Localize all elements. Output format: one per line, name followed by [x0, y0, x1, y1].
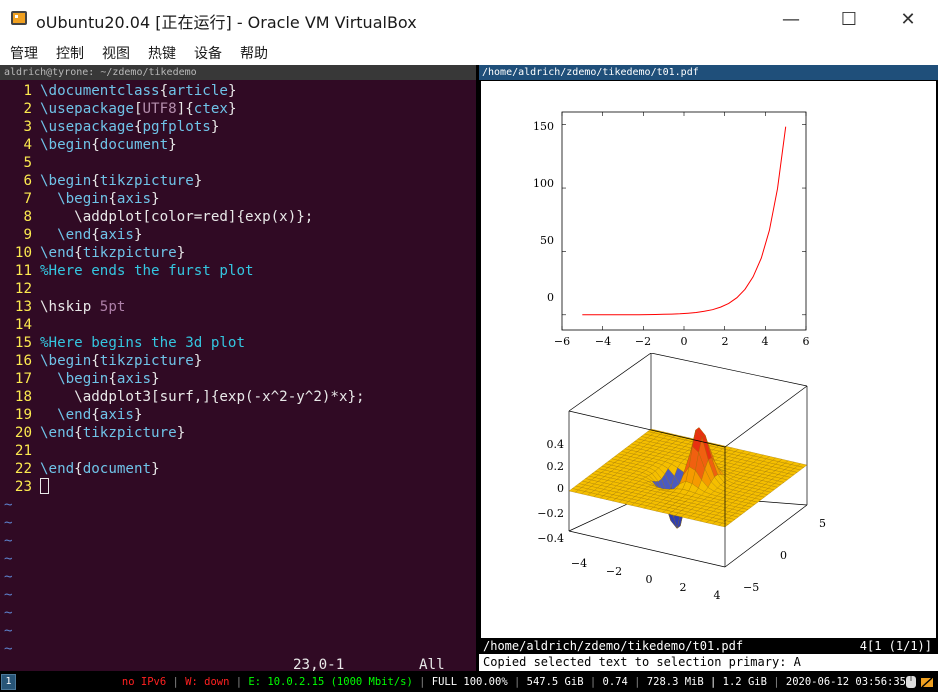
- z-tick-label: −0.2: [537, 507, 564, 520]
- x-tick-label: −2: [635, 335, 651, 348]
- empty-line-tilde: ~: [4, 605, 13, 621]
- x-tick-label: 2: [722, 335, 729, 348]
- code-line: 3 \usepackage{pgfplots}: [23, 119, 220, 135]
- code-line: 11 %Here ends the furst plot: [14, 263, 254, 279]
- empty-line-tilde: ~: [4, 515, 13, 531]
- empty-line-tilde: ~: [4, 623, 13, 639]
- menu-view[interactable]: 视图: [102, 43, 130, 63]
- y-tick-label: 150: [533, 120, 554, 133]
- vim-ruler-percent: All: [419, 657, 445, 671]
- menubar: 管理 控制 视图 热键 设备 帮助: [0, 38, 938, 65]
- code-line: 20 \end{tikzpicture}: [14, 425, 186, 441]
- code-line: 14: [14, 317, 32, 333]
- menu-control[interactable]: 控制: [56, 43, 84, 63]
- battery-status: FULL 100.00%: [431, 676, 508, 688]
- empty-line-tilde: ~: [4, 641, 13, 657]
- x-tick-label: 2: [680, 581, 687, 594]
- vim-ruler-position: 23,0-1: [293, 657, 345, 671]
- exp-curve: [582, 126, 787, 316]
- pdf-status-path: /home/aldrich/zdemo/tikedemo/t01.pdf: [483, 639, 744, 653]
- window-titlebar: oUbuntu20.04 [正在运行] - Oracle VM VirtualB…: [0, 0, 938, 38]
- menu-manage[interactable]: 管理: [10, 43, 38, 63]
- exp-line-chart: 0 50 100 150 −6 −4 −2 0 2 4 6: [533, 111, 810, 348]
- y-tick-label: 0: [547, 291, 554, 304]
- x-tick-label: 4: [714, 589, 721, 602]
- code-line: 18 \addplot3[surf,]{exp(-x^2-y^2)*x};: [14, 389, 365, 405]
- code-line: 8 \addplot[color=red]{exp(x)};: [23, 209, 314, 225]
- empty-line-tilde: ~: [4, 533, 13, 549]
- mouse-integration-icon[interactable]: [904, 675, 918, 689]
- guest-display: aldrich@tyrone: ~/zdemo/tikedemo 1 \docum…: [0, 65, 938, 692]
- x-tick-label: 4: [762, 335, 769, 348]
- y-tick-label: 50: [540, 234, 554, 247]
- disk-status: 547.5 GiB: [526, 676, 584, 688]
- y-tick-label: 0: [780, 549, 787, 562]
- minimize-button[interactable]: —: [768, 0, 814, 38]
- empty-line-tilde: ~: [4, 587, 13, 603]
- pdf-status-page: 4[1 (1/1)]: [859, 639, 932, 653]
- ethernet-status: E: 10.0.2.15 (1000 Mbit/s): [248, 676, 413, 688]
- z-tick-label: −0.4: [537, 532, 564, 545]
- memory-status: 728.3 MiB | 1.2 GiB: [646, 676, 767, 688]
- workspace-button[interactable]: 1: [1, 674, 16, 690]
- code-line: 2 \usepackage[UTF8]{ctex}: [23, 101, 237, 117]
- x-tick-label: 0: [646, 573, 653, 586]
- z-tick-label: 0.2: [547, 460, 565, 473]
- y-tick-label: −5: [743, 581, 759, 594]
- keyboard-capture-icon[interactable]: [920, 675, 934, 689]
- close-button[interactable]: ✕: [885, 0, 931, 38]
- load-status: 0.74: [602, 676, 628, 688]
- datetime-status: 2020-06-12 03:56:35: [785, 676, 906, 688]
- code-line: 10 \end{tikzpicture}: [14, 245, 186, 261]
- terminal-title[interactable]: aldrich@tyrone: ~/zdemo/tikedemo: [0, 65, 476, 80]
- code-line: 15 %Here begins the 3d plot: [14, 335, 245, 351]
- ipv6-status: no IPv6: [121, 676, 167, 688]
- i3-statusbar: 1 no IPv6 | W: down | E: 10.0.2.15 (1000…: [0, 672, 938, 692]
- code-line: 23: [0, 478, 49, 496]
- maximize-button[interactable]: ☐: [826, 0, 872, 38]
- empty-line-tilde: ~: [4, 497, 13, 513]
- empty-line-tilde: ~: [4, 551, 13, 567]
- z-tick-label: 0: [557, 482, 564, 495]
- pdf-statusbar: /home/aldrich/zdemo/tikedemo/t01.pdf 4[1…: [479, 638, 938, 654]
- empty-line-tilde: ~: [4, 569, 13, 585]
- virtualbox-icon: [11, 11, 27, 25]
- code-line: 19 \end{axis}: [14, 407, 143, 423]
- text-cursor: [40, 478, 49, 494]
- vim-editor[interactable]: 1 \documentclass{article} 2 \usepackage[UT…: [0, 80, 476, 671]
- code-line: 13 \hskip 5pt: [14, 299, 126, 315]
- pdf-message: Copied selected text to selection primar…: [479, 654, 938, 671]
- y-tick-label: 5: [819, 517, 826, 530]
- pdf-window-title[interactable]: /home/aldrich/zdemo/tikedemo/t01.pdf: [479, 65, 938, 80]
- menu-hotkeys[interactable]: 热键: [148, 43, 176, 63]
- window-title: oUbuntu20.04 [正在运行] - Oracle VM VirtualB…: [36, 13, 417, 32]
- code-line: 21: [14, 443, 32, 459]
- wireless-status: W: down: [185, 676, 230, 688]
- code-line: 1 \documentclass{article}: [23, 83, 237, 99]
- x-tick-label: −4: [595, 335, 611, 348]
- x-tick-label: −2: [606, 565, 622, 578]
- x-tick-label: 0: [681, 335, 688, 348]
- menu-help[interactable]: 帮助: [240, 43, 268, 63]
- y-tick-label: 100: [533, 177, 554, 190]
- surface-mesh: [568, 426, 808, 530]
- code-line: 6 \begin{tikzpicture}: [23, 173, 203, 189]
- status-blocks: no IPv6 | W: down | E: 10.0.2.15 (1000 M…: [121, 676, 906, 688]
- z-tick-label: 0.4: [547, 438, 565, 451]
- surface-3d-chart: 0.4 0.2 0 −0.2 −0.4 −4 −2 0 2 4 −5 0 5: [537, 353, 826, 602]
- x-tick-label: 6: [803, 335, 810, 348]
- x-tick-label: −6: [554, 335, 570, 348]
- code-line: 4 \begin{document}: [23, 137, 177, 153]
- code-line: 17 \begin{axis}: [14, 371, 160, 387]
- code-line: 12: [14, 281, 32, 297]
- code-line: 5: [23, 155, 32, 171]
- menu-devices[interactable]: 设备: [194, 43, 222, 63]
- code-line: 7 \begin{axis}: [23, 191, 160, 207]
- chart1-frame: [561, 111, 807, 331]
- code-line: 16 \begin{tikzpicture}: [14, 353, 203, 369]
- code-line: 9 \end{axis}: [23, 227, 143, 243]
- pdf-page[interactable]: 0 50 100 150 −6 −4 −2 0 2 4 6 0.4 0.2 0 …: [481, 81, 936, 639]
- x-tick-label: −4: [571, 557, 587, 570]
- code-line: 22 \end{document}: [14, 461, 160, 477]
